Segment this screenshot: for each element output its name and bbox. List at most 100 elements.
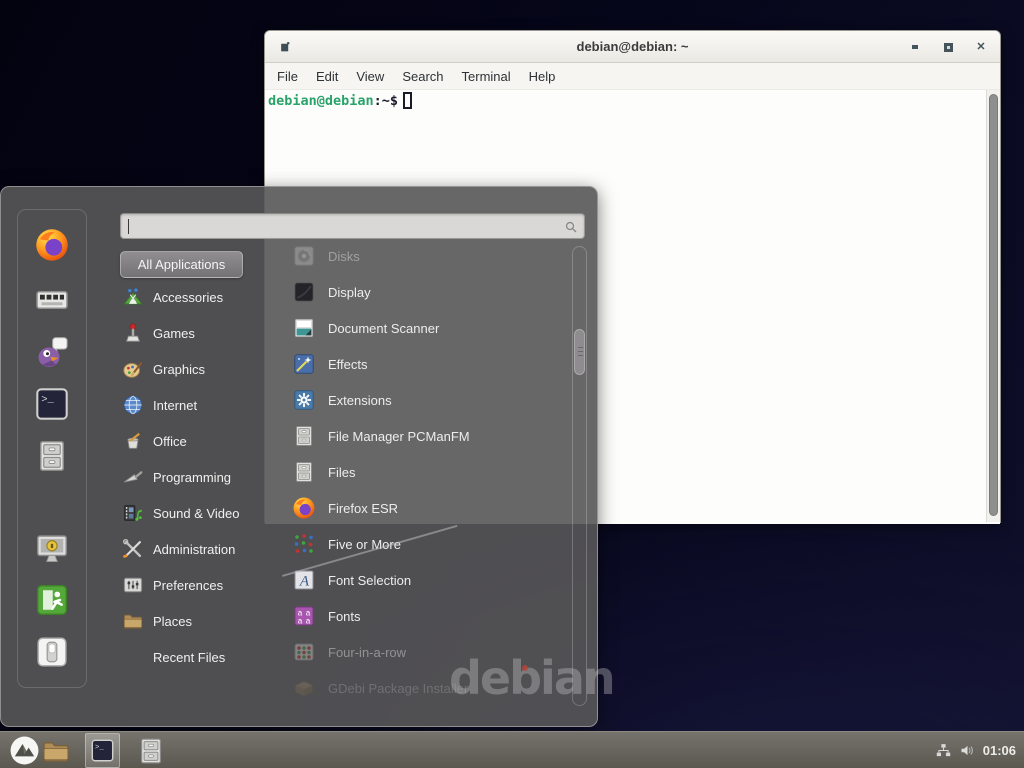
favorites-panel: >_ [17,209,87,688]
app-item-label: Extensions [328,393,392,408]
app-list-scrollbar[interactable] [572,246,587,706]
app-item-files[interactable]: Files [284,454,570,490]
app-item-label: Files [328,465,355,480]
app-item-document-scanner[interactable]: Document Scanner [284,310,570,346]
taskbar-launcher-file-manager[interactable] [41,736,71,766]
maximize-button[interactable] [936,35,960,59]
prompt-user-host: debian@debian [268,93,374,109]
app-item-label: Document Scanner [328,321,439,336]
app-item-label: Fonts [328,609,361,624]
app-item-font-selection[interactable]: AFont Selection [284,562,570,598]
terminal-icon: >_ [34,386,70,422]
file-cabinet-icon [292,424,316,448]
app-item-fonts[interactable]: aaaaFonts [284,598,570,634]
svg-text:>_: >_ [95,744,104,752]
app-item-display[interactable]: Display [284,274,570,310]
app-item-effects[interactable]: Effects [284,346,570,382]
app-item-five-or-more[interactable]: Five or More [284,526,570,562]
search-icon [563,219,579,235]
favorite-lock-screen[interactable] [34,530,70,566]
category-label: Office [153,434,187,449]
close-icon: ✕ [976,42,985,53]
disks-icon [292,244,316,268]
app-item-four-in-a-row[interactable]: Four-in-a-row [284,634,570,670]
administration-icon [122,538,144,560]
favorite-firefox[interactable] [34,227,70,263]
app-item-file-manager-pcmanfm[interactable]: File Manager PCManFM [284,418,570,454]
terminal-menu-file[interactable]: File [268,63,307,90]
category-office[interactable]: Office [122,423,272,459]
taskbar-launcher-files[interactable] [136,736,166,766]
terminal-menu-help[interactable]: Help [520,63,565,90]
terminal-menu-search[interactable]: Search [393,63,452,90]
favorite-pidgin[interactable] [34,334,70,370]
accessories-icon [122,286,144,308]
category-label: Programming [153,470,231,485]
app-item-label: File Manager PCManFM [328,429,470,444]
app-item-label: GDebi Package Installer [328,681,468,696]
minimize-icon [912,45,918,49]
firefox-icon [34,227,70,263]
app-item-disks[interactable]: Disks [284,238,570,274]
category-games[interactable]: Games [122,315,272,351]
internet-icon [122,394,144,416]
category-all-applications[interactable]: All Applications [120,251,243,278]
category-sound-video[interactable]: Sound & Video [122,495,272,531]
minimize-button[interactable] [903,35,927,59]
menu-button[interactable] [9,735,40,766]
preferences-icon [122,574,144,596]
display-icon [292,280,316,304]
app-item-label: Four-in-a-row [328,645,406,660]
app-item-label: Firefox ESR [328,501,398,516]
shutdown-icon [34,634,70,670]
svg-text:a: a [306,617,311,626]
file-cabinet-icon [292,460,316,484]
terminal-menu-view[interactable]: View [347,63,393,90]
terminal-prompt: debian@debian:~$ [268,93,412,109]
category-accessories[interactable]: Accessories [122,279,272,315]
category-recent-files[interactable]: Recent Files [122,639,272,675]
category-places[interactable]: Places [122,603,272,639]
favorite-logout[interactable] [34,582,70,618]
folder-icon [41,736,71,766]
category-programming[interactable]: Programming [122,459,272,495]
terminal-menu-edit[interactable]: Edit [307,63,347,90]
prompt-suffix: :~$ [374,93,398,109]
pidgin-icon [34,334,70,370]
category-internet[interactable]: Internet [122,387,272,423]
menu-search-box[interactable] [120,213,585,239]
category-graphics[interactable]: Graphics [122,351,272,387]
terminal-titlebar[interactable]: debian@debian: ~ ✕ [265,31,1000,63]
category-preferences[interactable]: Preferences [122,567,272,603]
search-input[interactable] [129,216,559,236]
programming-icon [122,466,144,488]
terminal-scrollbar-thumb[interactable] [989,94,998,516]
clock[interactable]: 01:06 [983,743,1018,758]
terminal-menubar: FileEditViewSearchTerminalHelp [265,63,1000,90]
firefox-icon [292,496,316,520]
taskbar-launcher-terminal[interactable]: >_ [85,733,120,768]
category-administration[interactable]: Administration [122,531,272,567]
app-item-extensions[interactable]: Extensions [284,382,570,418]
terminal-menu-terminal[interactable]: Terminal [453,63,520,90]
network-icon[interactable] [935,742,952,759]
application-list: DisksDisplay Document Scanner Effects Exten… [284,238,570,706]
favorite-shutdown[interactable] [34,634,70,670]
favorite-input-method[interactable] [34,282,70,318]
volume-icon[interactable] [959,742,976,759]
category-label: Accessories [153,290,223,305]
logout-icon [34,582,70,618]
category-label: Recent Files [153,650,225,665]
office-icon [122,430,144,452]
favorite-file-manager[interactable] [34,438,70,474]
app-item-firefox-esr[interactable]: Firefox ESR [284,490,570,526]
svg-text:a: a [298,617,303,626]
places-icon [122,610,144,632]
close-button[interactable]: ✕ [969,35,993,59]
category-label: Sound & Video [153,506,240,521]
app-item-gdebi-package-installer[interactable]: GDebi Package Installer [284,670,570,706]
application-menu: >_ All Applications Accessories GamesGrap… [0,186,598,727]
favorite-terminal[interactable]: >_ [34,386,70,422]
app-list-scrollbar-thumb[interactable] [574,329,585,375]
terminal-scrollbar[interactable] [986,90,1000,522]
